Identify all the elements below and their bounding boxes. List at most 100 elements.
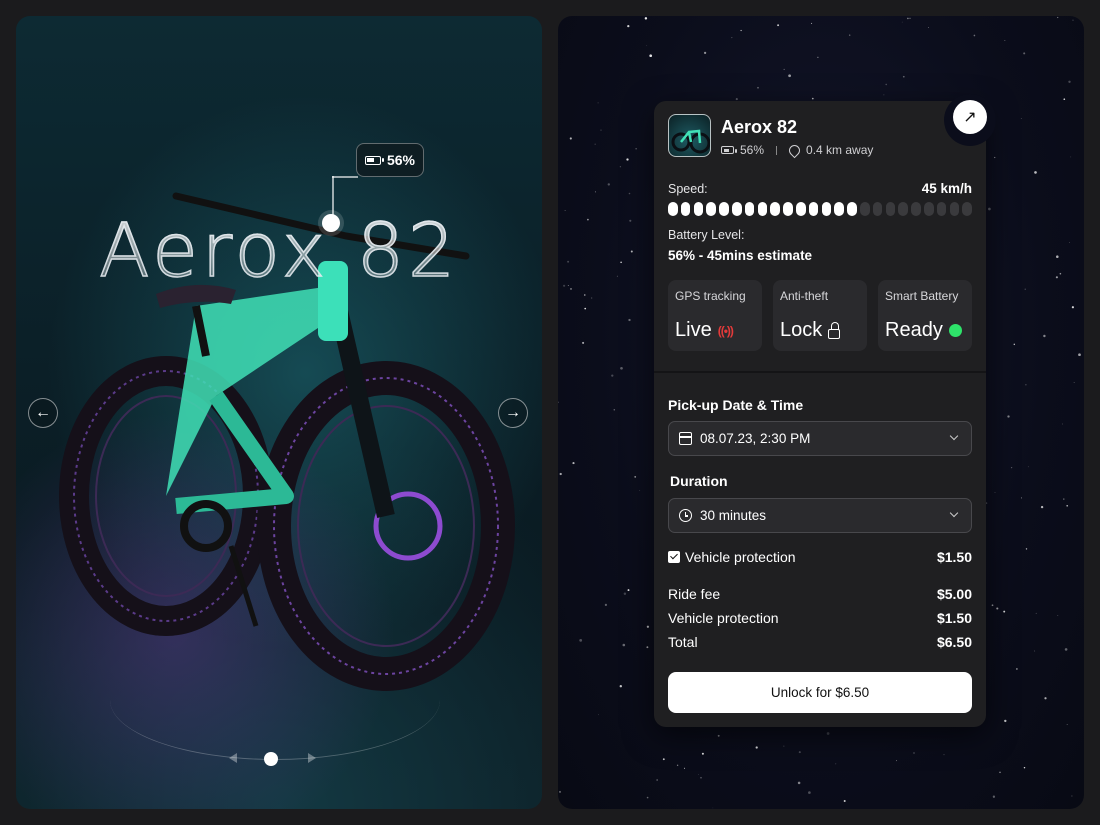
vehicle-protection-label: Vehicle protection (685, 549, 796, 565)
star (620, 366, 623, 370)
star (627, 24, 630, 28)
speed-segment (706, 202, 716, 216)
star (1078, 353, 1081, 357)
star (811, 97, 814, 100)
carousel-arrow-left-icon[interactable] (229, 753, 237, 763)
star (697, 774, 699, 775)
star (1023, 52, 1026, 55)
star (567, 260, 570, 263)
hotspot-line-horizontal (332, 176, 358, 178)
star (572, 462, 575, 465)
star (649, 54, 653, 58)
location-pin-icon (786, 142, 803, 158)
star (994, 492, 996, 493)
battery-icon (721, 146, 737, 154)
speed-segment (949, 202, 960, 216)
speed-label: Speed: (668, 182, 708, 196)
star (1066, 504, 1069, 507)
speed-meter (668, 202, 972, 216)
star (817, 56, 819, 58)
star (1025, 384, 1027, 386)
star (1063, 98, 1066, 101)
speed-segment (872, 202, 883, 216)
speed-segment (808, 202, 819, 216)
tile-value: Ready (885, 319, 943, 341)
fee-price: $1.50 (936, 610, 972, 626)
vehicle-protection-row: Vehicle protection $1.50 (668, 549, 972, 565)
star (563, 284, 566, 287)
star (662, 758, 665, 761)
star (587, 218, 589, 221)
star (594, 191, 596, 193)
arrow-left-icon: ← (35, 404, 51, 421)
speed-segment (668, 202, 678, 216)
fee-price: $6.50 (936, 634, 972, 650)
carousel-next-button[interactable]: → (498, 398, 528, 428)
star (600, 129, 602, 131)
star (883, 94, 885, 96)
star (896, 760, 897, 762)
duration-label: Duration (670, 473, 728, 489)
star (644, 17, 648, 20)
vehicle-protection-checkbox[interactable] (668, 551, 680, 563)
star (598, 714, 599, 716)
duration-select[interactable]: 30 minutes (668, 498, 972, 533)
star (1057, 615, 1059, 617)
pickup-datetime-select[interactable]: 08.07.23, 2:30 PM (668, 421, 972, 456)
star (1035, 612, 1037, 614)
carousel-indicator[interactable] (264, 752, 278, 766)
star (1023, 766, 1026, 769)
star (620, 261, 622, 264)
star (594, 143, 596, 145)
speed-segment (885, 202, 896, 216)
battery-icon (364, 155, 384, 165)
star (735, 98, 738, 101)
speed-segment (834, 202, 844, 216)
unlock-button[interactable]: Unlock for $6.50 (668, 672, 972, 713)
star (628, 192, 631, 195)
fee-label: Vehicle protection (668, 610, 779, 626)
star (788, 74, 791, 78)
star (1016, 668, 1018, 670)
open-external-button[interactable]: ↗ (953, 100, 987, 134)
star (639, 489, 641, 491)
star (628, 318, 631, 322)
battery-hotspot[interactable] (322, 214, 340, 232)
chevron-down-icon (949, 508, 959, 518)
star (1027, 466, 1029, 468)
star (757, 86, 759, 89)
speed-segment (962, 202, 972, 216)
speed-segment (731, 202, 742, 216)
star (1020, 118, 1022, 119)
star (1072, 19, 1074, 21)
star (683, 767, 686, 769)
star (676, 764, 679, 766)
carousel-prev-button[interactable]: ← (28, 398, 58, 428)
star (1003, 610, 1006, 613)
bike-battery: 56% (740, 143, 765, 157)
bike-distance: 0.4 km away (806, 143, 874, 157)
star (646, 625, 650, 628)
battery-level-value: 56% - 45mins estimate (668, 248, 813, 263)
star (1071, 306, 1074, 309)
speed-segment (719, 202, 729, 216)
star (646, 796, 649, 799)
star (558, 401, 559, 404)
meta-separator (776, 145, 778, 155)
star (619, 166, 622, 168)
star (849, 34, 851, 36)
star (604, 603, 608, 607)
carousel-arrow-right-icon[interactable] (308, 753, 316, 763)
status-dot-icon (948, 324, 962, 337)
star (701, 752, 704, 755)
tile-value: Lock (780, 319, 823, 341)
speed-segment (821, 202, 832, 216)
star (1066, 723, 1068, 726)
star (928, 27, 930, 29)
star (1013, 343, 1016, 346)
star (579, 639, 583, 642)
star (783, 745, 785, 747)
speed-segment (911, 202, 921, 216)
star (559, 472, 562, 476)
vehicle-protection-price: $1.50 (936, 549, 972, 565)
